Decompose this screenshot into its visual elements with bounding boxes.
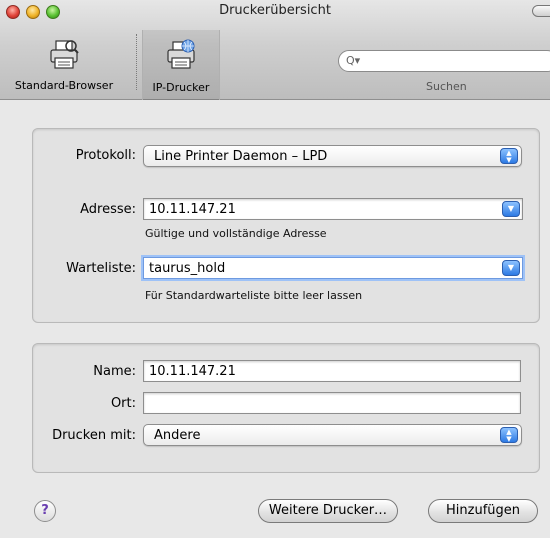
toolbar-item-label: Standard-Browser (14, 79, 114, 92)
search-container: Q▾ (338, 50, 550, 72)
window-title: Druckerübersicht (219, 3, 331, 18)
name-field[interactable]: 10.11.147.21 (143, 360, 521, 382)
queue-combo-field[interactable]: taurus_hold ▼ (143, 257, 523, 279)
magnifier-icon: Q▾ (346, 54, 361, 67)
help-button[interactable]: ? (34, 500, 56, 522)
queue-label: Warteliste: (66, 261, 136, 276)
queue-value: taurus_hold (149, 261, 226, 276)
chevron-down-icon[interactable]: ▼ (502, 260, 520, 276)
address-value: 10.11.147.21 (149, 202, 236, 217)
print-with-popup[interactable]: Andere ▲ ▼ (143, 424, 522, 446)
more-printers-button[interactable]: Weitere Drucker… (258, 499, 398, 523)
printer-icon (50, 40, 79, 69)
address-label: Adresse: (80, 202, 136, 217)
address-hint: Gültige und vollständige Adresse (145, 227, 327, 240)
print-with-value: Andere (154, 428, 201, 443)
add-button[interactable]: Hinzufügen (428, 499, 538, 523)
location-label: Ort: (110, 396, 136, 411)
toolbar-divider (136, 34, 138, 90)
popup-arrows-icon: ▲ ▼ (500, 427, 518, 443)
toolbar-item-label: IP-Drucker (152, 81, 210, 94)
protocol-value: Line Printer Daemon – LPD (154, 149, 328, 164)
toolbar-toggle-button[interactable] (532, 5, 550, 17)
title-toolbar-bar: Druckerübersicht Standard-Browser IP-Dru… (0, 0, 550, 100)
search-field[interactable]: Q▾ (338, 50, 550, 72)
search-label: Suchen (426, 80, 467, 93)
protocol-label: Protokoll: (75, 148, 136, 163)
network-printer-icon (167, 39, 195, 69)
name-value: 10.11.147.21 (149, 364, 236, 379)
toolbar-item-ip-printer[interactable]: IP-Drucker (142, 30, 220, 100)
toolbar-item-standard-browser[interactable]: Standard-Browser (0, 34, 128, 98)
name-label: Name: (93, 364, 136, 379)
location-field[interactable] (143, 392, 521, 414)
protocol-popup[interactable]: Line Printer Daemon – LPD ▲ ▼ (143, 145, 522, 167)
popup-arrows-icon: ▲ ▼ (500, 148, 518, 164)
chevron-down-icon[interactable]: ▼ (502, 201, 520, 217)
address-combo-field[interactable]: 10.11.147.21 ▼ (143, 198, 523, 220)
printer-browser-window: Druckerübersicht Standard-Browser IP-Dru… (0, 0, 550, 538)
queue-hint: Für Standardwarteliste bitte leer lassen (145, 289, 363, 302)
search-input[interactable] (365, 54, 545, 69)
print-with-label: Drucken mit: (52, 428, 136, 443)
